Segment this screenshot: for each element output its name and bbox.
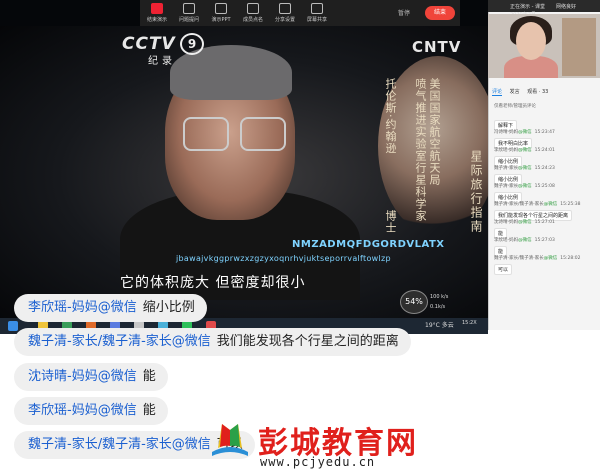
chat-message: 我们能发现各个行星之间的距离: [216, 334, 399, 349]
comment-meta: 李欣瑶-妈妈@微信 15:24:01: [494, 147, 555, 153]
comment-meta: 沈诗晴-妈妈@微信 15:27:01: [494, 219, 555, 225]
comment-time: 15:25:38: [560, 202, 581, 207]
chat-message: 缩小比例: [142, 300, 195, 315]
cctv-logo: CCTV: [122, 34, 176, 54]
comment-time: 15:24:23: [534, 166, 555, 171]
comment-author: 沈诗晴-妈妈: [494, 220, 519, 225]
comment-source-tag: @微信: [518, 148, 532, 153]
code-text-2: jbawajvkggprwzxzgzyxoqnrhvjuktseporrvalf…: [176, 254, 391, 263]
caption-title: 博士: [384, 210, 397, 234]
toolbar-item-screen-share[interactable]: 屏幕共享: [302, 3, 332, 23]
weather-status: 19°C 多云: [425, 322, 454, 329]
pause-button[interactable]: 暂停: [398, 8, 410, 17]
comment-time: 15:27:01: [534, 220, 555, 225]
chat-bubble: 李欣瑶-妈妈@微信能: [14, 397, 168, 425]
comment-author: 李欣瑶-妈妈: [494, 148, 519, 153]
screen-share-icon: [311, 3, 323, 14]
side-panel-tabs: 评论 发言 观看 · 33: [492, 88, 554, 96]
toolbar-item-members[interactable]: 成员点名: [238, 3, 268, 23]
comment-filter[interactable]: 仅看老师/管理员评论: [494, 103, 536, 109]
comment-author: 魏子清-家长: [494, 166, 519, 171]
teacher-face: [516, 22, 546, 60]
comment-source-tag: @微信: [518, 220, 532, 225]
class-name: 正在演示 - 课堂: [510, 4, 545, 10]
comment-time: 15:25:08: [534, 184, 555, 189]
comment-time: 15:24:01: [534, 148, 555, 153]
comment-meta: 李欣瑶-妈妈@微信 15:27:03: [494, 237, 555, 243]
comment-author: 魏子清-家长/魏子清-家长: [494, 256, 544, 261]
comment-author: 李欣瑶-妈妈: [494, 238, 519, 243]
chat-sender: 李欣瑶-妈妈@微信: [28, 403, 137, 418]
comment-time: 15:27:03: [534, 238, 555, 243]
comment-meta: 魏子清-家长@微信 15:24:23: [494, 165, 555, 171]
caption-role: 喷气推进实验室行星科学家: [414, 78, 427, 222]
channel-name: 纪录: [148, 56, 176, 67]
chat-bubble: 沈诗晴-妈妈@微信能: [14, 363, 168, 391]
chat-bubble: 魏子清-家长/魏子清-家长@微信 我们能发现各个行星之间的距离: [14, 328, 411, 356]
tab-speak[interactable]: 发言: [510, 88, 520, 95]
glasses-right: [240, 117, 286, 151]
toolbar-item-share-settings[interactable]: 分享设置: [270, 3, 300, 23]
caption-person-name: 托伦斯·约翰逊: [384, 78, 397, 155]
clock: 15:2X: [462, 320, 477, 326]
watermark-logo: [212, 424, 248, 456]
cntv-logo: CNTV: [412, 38, 462, 56]
comment-source-tag: @微信: [518, 130, 532, 135]
toolbar-item-ppt[interactable]: 演示PPT: [206, 3, 236, 23]
start-icon[interactable]: [8, 321, 18, 331]
tab-comments[interactable]: 评论: [492, 88, 503, 96]
comment-source-tag: @微信: [518, 166, 532, 171]
chat-bubble: 李欣瑶-妈妈@微信 缩小比例: [14, 294, 207, 322]
stop-share-icon: [151, 3, 163, 14]
code-text-1: NMZADMQFDGORDVLATX: [292, 239, 445, 250]
background-shelf: [562, 18, 596, 76]
comment-author: 魏子清-家长: [494, 184, 519, 189]
comment-author: 魏子清-家长/魏子清-家长: [494, 202, 544, 207]
glasses-left: [183, 117, 229, 151]
comment-author: 冯诗晴-妈妈: [494, 130, 519, 135]
ppt-icon: [215, 3, 227, 14]
chat-sender: 沈诗晴-妈妈@微信: [28, 369, 137, 384]
tab-viewers[interactable]: 观看 · 33: [527, 88, 548, 95]
chat-sender: 魏子清-家长/魏子清-家长@微信: [28, 334, 211, 349]
chat-sender: 魏子清-家长/魏子清-家长@微信: [28, 437, 211, 452]
comment-source-tag: @微信: [518, 184, 532, 189]
upload-speed: 100 k/s: [430, 294, 449, 300]
series-title: 星际旅行指南: [469, 150, 483, 234]
channel-number: 9: [180, 33, 204, 55]
comment-meta: 魏子清-家长/魏子清-家长@微信 15:25:38: [494, 201, 580, 207]
caption-org: 美国国家航空航天局: [428, 78, 441, 186]
comment-text: 可以: [494, 264, 513, 275]
network-speed-badge[interactable]: 54%: [400, 290, 428, 314]
question-icon: [183, 3, 195, 14]
chat-sender: 李欣瑶-妈妈@微信: [28, 300, 137, 315]
comment-time: 15:28:02: [560, 256, 581, 261]
comment-meta: 魏子清-家长@微信 15:25:08: [494, 183, 555, 189]
network-status: 网络良好: [556, 4, 577, 10]
toolbar-item-questions[interactable]: 问题提问: [174, 3, 204, 23]
watermark-url: www.pcjyedu.cn: [260, 455, 376, 469]
comment-meta: 冯诗晴-妈妈@微信 15:23:47: [494, 129, 555, 135]
video-player[interactable]: CCTV 9 纪录 CNTV 美国国家航空航天局 喷气推进实验室行星科学家 托伦…: [0, 0, 488, 318]
meeting-toolbar: 结束演示 问题提问 演示PPT 成员点名 分享设置 屏幕共享 暂停 结束: [140, 0, 460, 26]
download-speed: 0.1k/s: [430, 304, 446, 310]
comment-source-tag: @微信: [518, 238, 532, 243]
end-button[interactable]: 结束: [425, 6, 455, 20]
chat-message: 能: [142, 369, 156, 384]
chat-message: 能: [142, 403, 156, 418]
comment-source-tag: @微信: [543, 202, 558, 207]
comment-source-tag: @微信: [543, 256, 558, 261]
video-subtitle: 它的体积庞大 但密度却很小: [120, 275, 306, 291]
members-icon: [247, 3, 259, 14]
comment-time: 15:23:47: [534, 130, 555, 135]
settings-icon: [279, 3, 291, 14]
comment-meta: 魏子清-家长/魏子清-家长@微信 15:28:02: [494, 255, 580, 261]
toolbar-item-stop-share[interactable]: 结束演示: [142, 3, 172, 23]
teacher-camera[interactable]: [488, 14, 600, 78]
